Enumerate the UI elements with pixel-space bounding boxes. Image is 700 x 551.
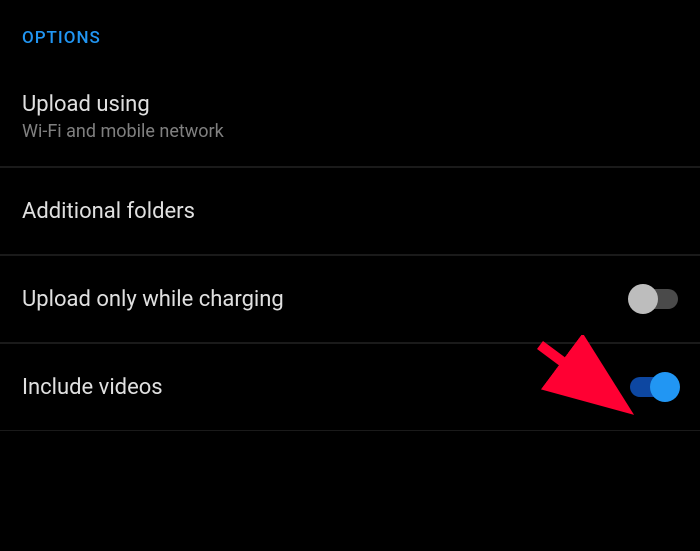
row-title-upload-using: Upload using [22,92,224,117]
row-text-container: Upload using Wi-Fi and mobile network [22,92,224,142]
toggle-knob [650,372,680,402]
row-text-container: Upload only while charging [22,287,284,312]
settings-list: Upload using Wi-Fi and mobile network Ad… [0,68,700,431]
row-text-container: Include videos [22,375,163,400]
row-subtitle-upload-using: Wi-Fi and mobile network [22,121,224,142]
row-additional-folders[interactable]: Additional folders [0,167,700,255]
toggle-upload-charging[interactable] [630,289,678,309]
row-text-container: Additional folders [22,199,195,224]
row-upload-charging[interactable]: Upload only while charging [0,255,700,343]
row-title-include-videos: Include videos [22,375,163,400]
toggle-knob [628,284,658,314]
row-title-additional-folders: Additional folders [22,199,195,224]
row-title-upload-charging: Upload only while charging [22,287,284,312]
toggle-include-videos[interactable] [630,377,678,397]
row-upload-using[interactable]: Upload using Wi-Fi and mobile network [0,68,700,167]
row-include-videos[interactable]: Include videos [0,343,700,431]
section-header-options: OPTIONS [0,0,700,68]
